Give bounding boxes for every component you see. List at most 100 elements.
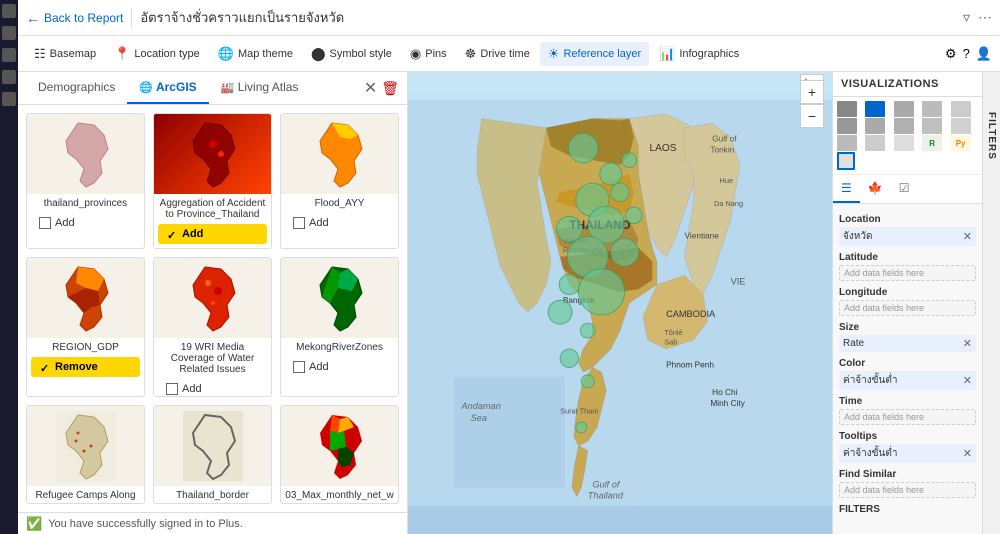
layer-add-label-6: Add	[309, 361, 329, 373]
viz-icon-16[interactable]	[837, 152, 855, 170]
nav-icon-2[interactable]	[2, 26, 16, 40]
tab-arcgis[interactable]: 🌐 ArcGIS	[127, 72, 208, 104]
layer-card-thailand-border[interactable]: Thailand_border	[153, 405, 272, 504]
viz-icon-13[interactable]	[894, 135, 914, 151]
symbol-style-btn[interactable]: ⬤ Symbol style	[303, 42, 400, 66]
viz-header: VISUALIZATIONS	[833, 72, 982, 97]
nav-icon-4[interactable]	[2, 70, 16, 84]
color-clear-btn[interactable]: ✕	[963, 374, 972, 387]
nav-icon-1[interactable]	[2, 4, 16, 18]
tab-arcgis-label: ArcGIS	[156, 80, 197, 94]
layer-add-btn-1[interactable]: Add	[31, 213, 140, 233]
viz-icon-1[interactable]	[837, 101, 857, 117]
pins-btn[interactable]: ◉ Pins	[402, 42, 455, 66]
viz-icon-11[interactable]	[837, 135, 857, 151]
tooltips-field-label: Tooltips	[839, 431, 976, 442]
viz-icon-8[interactable]	[894, 118, 914, 134]
reference-btn[interactable]: ☀ Reference layer	[540, 42, 649, 66]
help-icon[interactable]: ?	[963, 46, 970, 61]
panel-content: thailand_provinces Add	[18, 105, 407, 512]
back-button[interactable]: ← Back to Report	[26, 10, 123, 26]
filters-panel: FILTERS	[982, 72, 1000, 534]
tab-demographics-label: Demographics	[38, 80, 115, 94]
infographics-btn[interactable]: 📊 Infographics	[651, 42, 747, 66]
location-clear-btn[interactable]: ✕	[963, 230, 972, 243]
location-field-value[interactable]: จังหวัด ✕	[839, 227, 976, 246]
tab-living-atlas-icon: 🏭	[221, 82, 235, 94]
viz-icon-10[interactable]	[951, 118, 971, 134]
viz-tab-analytics[interactable]: ☑	[891, 175, 918, 203]
viz-icon-5[interactable]	[951, 101, 971, 117]
panel-tabs: Demographics 🌐 ArcGIS 🏭 Living Atlas ✕ 🗑	[18, 72, 407, 105]
layer-add-btn-2[interactable]: ✓ Add	[158, 224, 267, 244]
layer-card-region-gdp[interactable]: REGION_GDP ✓ Remove	[26, 257, 145, 397]
map-zoom-in-btn[interactable]: +	[800, 80, 824, 104]
viz-icon-2[interactable]	[865, 101, 885, 117]
tab-demographics[interactable]: Demographics	[26, 72, 127, 104]
viz-icon-3[interactable]	[894, 101, 914, 117]
reference-icon: ☀	[548, 46, 560, 62]
svg-text:Phnom Penh: Phnom Penh	[666, 360, 714, 370]
size-clear-btn[interactable]: ✕	[963, 337, 972, 350]
viz-icon-9[interactable]	[922, 118, 942, 134]
tab-living-atlas[interactable]: 🏭 Living Atlas	[209, 72, 311, 104]
side-panel: Demographics 🌐 ArcGIS 🏭 Living Atlas ✕ 🗑	[18, 72, 408, 534]
layer-add-label-5: Add	[182, 383, 202, 395]
svg-text:Thailand: Thailand	[588, 490, 624, 500]
time-placeholder: Add data fields here	[839, 409, 976, 425]
filter-icon[interactable]: ▿	[963, 9, 970, 26]
drive-time-btn[interactable]: ☸ Drive time	[457, 42, 538, 66]
map-zoom-out-btn[interactable]: −	[800, 104, 824, 128]
nav-icon-5[interactable]	[2, 92, 16, 106]
layer-card-aggregation[interactable]: Aggregation of Accident to Province_Thai…	[153, 113, 272, 249]
svg-text:Minh City: Minh City	[710, 398, 745, 408]
layer-remove-label-4: Remove	[55, 361, 98, 373]
settings-icon[interactable]: ⚙	[945, 46, 957, 62]
size-field-value[interactable]: Rate ✕	[839, 335, 976, 352]
viz-icon-6[interactable]	[837, 118, 857, 134]
layer-add-btn-3[interactable]: Add	[285, 213, 394, 233]
tooltips-clear-btn[interactable]: ✕	[963, 447, 972, 460]
viz-icon-7[interactable]	[865, 118, 885, 134]
checkbox-1	[39, 217, 51, 229]
color-field-value[interactable]: ค่าจ้างขั้นต่ำ ✕	[839, 371, 976, 390]
viz-tab-fields[interactable]: ☰	[833, 175, 860, 203]
nav-icon-3[interactable]	[2, 48, 16, 62]
svg-text:Gulf of: Gulf of	[592, 479, 621, 489]
layer-card-flood[interactable]: Flood_AYY Add	[280, 113, 399, 249]
layer-title-4: REGION_GDP	[27, 338, 144, 355]
layer-add-btn-5[interactable]: Add	[158, 379, 267, 397]
layer-card-refugee[interactable]: Refugee Camps Along	[26, 405, 145, 504]
panel-close-icon[interactable]: ✕	[364, 78, 377, 98]
basemap-btn[interactable]: ☷ Basemap	[26, 42, 104, 66]
map-theme-icon: 🌐	[218, 46, 234, 62]
svg-text:Hue: Hue	[720, 176, 734, 185]
location-type-btn[interactable]: 📍 Location type	[106, 42, 208, 66]
user-icon[interactable]: 👤	[976, 46, 992, 62]
map-container[interactable]: LAOS Gulf of Tonkin Vientiane THAILAND N…	[408, 72, 832, 534]
layer-card-03max[interactable]: 03_Max_monthly_net_w	[280, 405, 399, 504]
panel-delete-icon[interactable]: 🗑	[381, 80, 399, 97]
checkbox-3	[293, 217, 305, 229]
infographics-icon: 📊	[659, 46, 675, 62]
more-icon[interactable]: ⋯	[978, 9, 992, 26]
viz-icon-py[interactable]: Py	[951, 135, 971, 151]
layer-card-wri[interactable]: 19 WRI Media Coverage of Water Related I…	[153, 257, 272, 397]
viz-icon-r[interactable]: R	[922, 135, 942, 151]
layer-card-mekong[interactable]: MekongRiverZones Add	[280, 257, 399, 397]
layer-card-thailand-provinces[interactable]: thailand_provinces Add	[26, 113, 145, 249]
svg-text:VIE: VIE	[731, 277, 746, 287]
layer-remove-btn-4[interactable]: ✓ Remove	[31, 357, 140, 377]
location-type-icon: 📍	[114, 46, 130, 62]
viz-tab-format[interactable]: 🍁	[860, 175, 891, 203]
status-message: You have successfully signed in to Plus.	[48, 518, 243, 530]
reference-label: Reference layer	[563, 48, 641, 60]
svg-text:Da Nang: Da Nang	[714, 199, 743, 208]
viz-icon-4[interactable]	[922, 101, 942, 117]
layer-add-btn-6[interactable]: Add	[285, 357, 394, 377]
map-theme-btn[interactable]: 🌐 Map theme	[210, 42, 301, 66]
symbol-style-icon: ⬤	[311, 46, 326, 62]
layer-thumbnail-2	[154, 114, 271, 194]
viz-icon-12[interactable]	[865, 135, 885, 151]
tooltips-field-value[interactable]: ค่าจ้างขั้นต่ำ ✕	[839, 444, 976, 463]
